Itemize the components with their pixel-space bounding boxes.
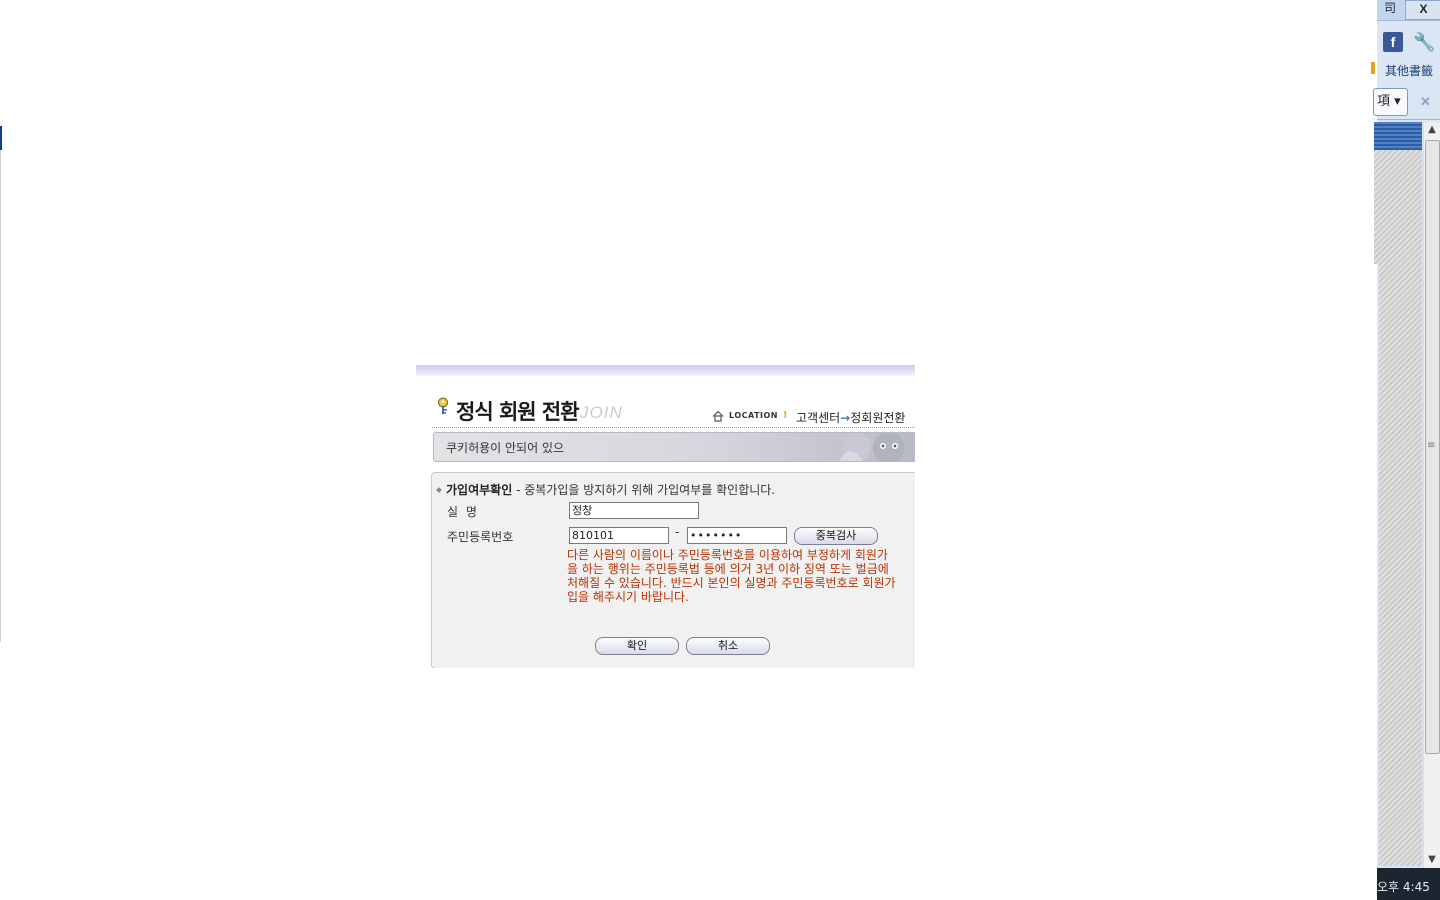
bookmark-folder-icon xyxy=(1371,62,1375,74)
title-divider xyxy=(432,427,915,428)
duplicate-check-button[interactable]: 중복검사 xyxy=(794,527,878,545)
browser-chrome: 司 X f 🔧 其他書籤 項 ▾ ✕ ▲ ≡ ▼ 오후 4:45 xyxy=(1371,0,1440,900)
resident-number-dash: - xyxy=(675,525,680,539)
warning-line: 처해질 수 있습니다. 반드시 본인의 실명과 주민등록번호로 회원가 xyxy=(567,576,896,590)
membership-check-form: 가입여부확인 - 중복가입을 방지하기 위해 가입여부를 확인합니다. 실 명 … xyxy=(431,472,915,668)
warning-line: 을 하는 행위는 주민등록법 등에 의거 3년 이하 징역 또는 벌금에 xyxy=(567,562,889,576)
cookie-notice-text: 쿠키허용이 안되어 있으 xyxy=(446,441,565,455)
breadcrumb: 고객센터→정회원전환 xyxy=(796,409,905,426)
breadcrumb-arrow-icon: → xyxy=(840,411,851,425)
page-background-pattern xyxy=(1374,150,1422,264)
scroll-up-arrow[interactable]: ▲ xyxy=(1424,122,1440,138)
mascot-illustration xyxy=(839,433,905,461)
section-heading: 가입여부확인 - 중복가입을 방지하기 위해 가입여부를 확인합니다. xyxy=(446,481,775,498)
real-name-input[interactable]: 정창 xyxy=(569,502,699,519)
warning-line: 다른 사람의 이름이나 주민등록번호를 이용하여 부정하게 회원가 xyxy=(567,548,888,562)
real-name-label: 실 명 xyxy=(447,505,479,519)
taskbar-clock: 오후 4:45 xyxy=(1377,880,1430,894)
resident-number-second-input[interactable]: ••••••• xyxy=(687,527,787,544)
other-bookmarks-link[interactable]: 其他書籤 xyxy=(1385,62,1433,79)
section-heading-bold: 가입여부확인 xyxy=(446,483,513,497)
breadcrumb-member-conversion: 정회원전환 xyxy=(850,411,906,425)
options-dropdown-button[interactable]: 項 ▾ xyxy=(1373,88,1408,116)
scroll-down-arrow[interactable]: ▼ xyxy=(1424,852,1440,868)
taskbar: 오후 4:45 xyxy=(1377,868,1440,900)
left-edge-mark xyxy=(0,126,2,150)
breadcrumb-customer-center[interactable]: 고객센터 xyxy=(796,411,840,425)
section-heading-description: - 중복가입을 방지하기 위해 가입여부를 확인합니다. xyxy=(512,483,776,497)
location-label: LOCATION xyxy=(729,411,778,420)
cancel-button[interactable]: 취소 xyxy=(686,637,770,655)
section-bullet-icon xyxy=(436,487,442,493)
resident-number-label: 주민등록번호 xyxy=(447,530,514,544)
warning-line: 입을 해주시기 바랍니다. xyxy=(567,590,689,604)
resident-number-first-input[interactable]: 810101 xyxy=(569,527,669,544)
vertical-scrollbar[interactable]: ▲ ≡ ▼ xyxy=(1423,122,1440,868)
confirm-button[interactable]: 확인 xyxy=(595,637,679,655)
identity-fraud-warning: 다른 사람의 이름이나 주민등록번호를 이용하여 부정하게 회원가 을 하는 행… xyxy=(567,548,915,604)
facebook-icon[interactable]: f xyxy=(1383,32,1403,52)
window-controls: 司 X xyxy=(1377,0,1440,21)
membership-dialog: 정식 회원 전환 JOIN LOCATION ! 고객센터→정회원전환 쿠키허용… xyxy=(416,365,915,668)
page-background-pattern-lower xyxy=(1379,264,1422,866)
location-exclamation: ! xyxy=(783,410,788,421)
wrench-icon[interactable]: 🔧 xyxy=(1413,32,1435,54)
dialog-top-bar xyxy=(416,365,915,377)
window-close-button[interactable]: X xyxy=(1405,0,1440,20)
home-icon[interactable] xyxy=(712,410,724,422)
page-header-band xyxy=(1374,122,1422,150)
toolbar-divider xyxy=(1377,119,1440,120)
left-edge-line xyxy=(0,150,1,642)
close-bar-icon[interactable]: ✕ xyxy=(1420,94,1431,110)
page-title: 정식 회원 전환 xyxy=(456,400,580,424)
restore-button[interactable]: 司 xyxy=(1377,0,1403,18)
key-icon xyxy=(438,397,448,414)
join-watermark: JOIN xyxy=(580,403,623,422)
scroll-grip-icon: ≡ xyxy=(1427,440,1436,451)
cookie-notice-box: 쿠키허용이 안되어 있으 xyxy=(433,432,915,462)
